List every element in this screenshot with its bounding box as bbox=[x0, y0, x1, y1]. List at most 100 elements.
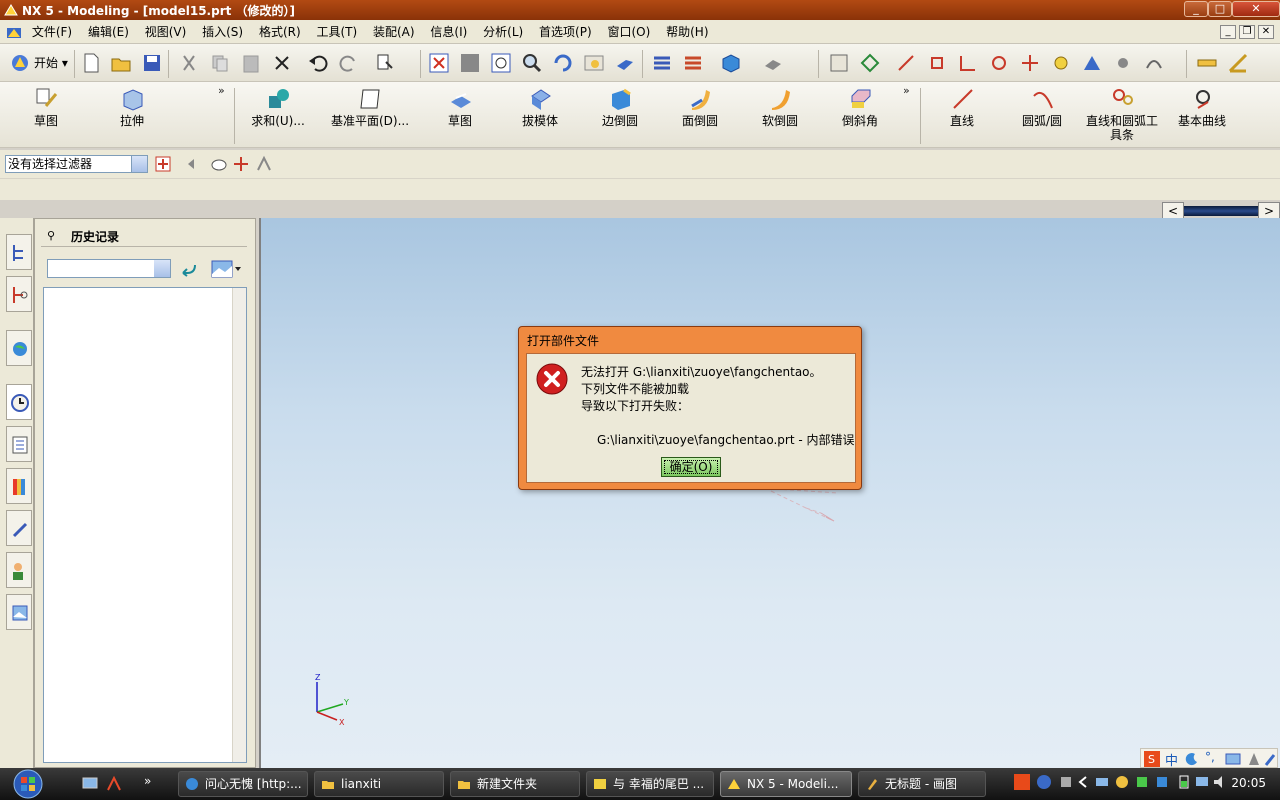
edge-display-icon[interactable] bbox=[762, 52, 784, 74]
snap-midpoint-icon[interactable] bbox=[926, 52, 948, 74]
menu-file[interactable]: 文件(F) bbox=[26, 20, 78, 44]
assembly-navigator-tab[interactable] bbox=[6, 234, 32, 270]
sketch2-button[interactable]: 草图 bbox=[420, 82, 500, 148]
group1-overflow-button[interactable]: » bbox=[218, 84, 225, 97]
snap-cursor-icon[interactable] bbox=[232, 155, 250, 173]
pan-icon[interactable] bbox=[583, 52, 605, 74]
perspective-icon[interactable] bbox=[614, 52, 636, 74]
group2-overflow-button[interactable]: » bbox=[903, 84, 910, 97]
show-desktop-icon[interactable] bbox=[82, 776, 98, 792]
task-browser[interactable]: 问心无愧 [http:... bbox=[178, 771, 308, 797]
line-button[interactable]: 直线 bbox=[922, 82, 1002, 148]
menu-info[interactable]: 信息(I) bbox=[424, 20, 473, 44]
new-file-icon[interactable] bbox=[80, 52, 102, 74]
maximize-button[interactable]: □ bbox=[1208, 1, 1232, 17]
cut-icon[interactable] bbox=[178, 52, 200, 74]
layer-settings-icon[interactable] bbox=[651, 52, 673, 74]
history-list[interactable] bbox=[43, 287, 247, 763]
chamfer-button[interactable]: 倒斜角 bbox=[820, 82, 900, 148]
part-navigator-tab[interactable] bbox=[6, 276, 32, 312]
snap-quadrant-icon[interactable] bbox=[1081, 52, 1103, 74]
select-all-icon[interactable] bbox=[155, 156, 173, 172]
volume-tray-icon[interactable] bbox=[1212, 774, 1228, 790]
zoom-window-icon[interactable] bbox=[459, 52, 481, 74]
minimize-button[interactable]: _ bbox=[1184, 1, 1208, 17]
edge-blend-button[interactable]: 边倒圆 bbox=[580, 82, 660, 148]
system-materials-tab[interactable] bbox=[6, 426, 32, 462]
doc-restore-button[interactable]: ❐ bbox=[1239, 25, 1255, 39]
battery-tray-icon[interactable] bbox=[1176, 774, 1192, 790]
snap-intersect-icon[interactable] bbox=[1019, 52, 1041, 74]
measure-angle-icon[interactable] bbox=[1227, 52, 1249, 74]
snap-endpoint-icon[interactable] bbox=[957, 52, 979, 74]
menu-assembly[interactable]: 装配(A) bbox=[367, 20, 421, 44]
layer-move-icon[interactable] bbox=[682, 52, 704, 74]
chevron-down-icon[interactable] bbox=[154, 260, 170, 277]
fit-view-icon[interactable] bbox=[428, 52, 450, 74]
redo-icon[interactable] bbox=[338, 52, 360, 74]
rotate-icon[interactable] bbox=[552, 52, 574, 74]
moon-icon[interactable] bbox=[1185, 752, 1199, 766]
skin-icon[interactable] bbox=[1247, 751, 1261, 767]
draft-body-button[interactable]: 拔模体 bbox=[500, 82, 580, 148]
open-folder-icon[interactable] bbox=[110, 52, 132, 74]
menu-insert[interactable]: 插入(S) bbox=[196, 20, 249, 44]
quick-pick-icon[interactable] bbox=[210, 156, 228, 172]
web-browser-tab[interactable] bbox=[6, 330, 32, 366]
task-lianxiti[interactable]: lianxiti bbox=[314, 771, 444, 797]
start-button[interactable]: 开始 ▾ bbox=[8, 52, 68, 74]
basic-curves-button[interactable]: 基本曲线 bbox=[1162, 82, 1242, 148]
menu-tools[interactable]: 工具(T) bbox=[310, 20, 363, 44]
history-filter-dropdown[interactable] bbox=[47, 259, 171, 278]
qq-tray-icon[interactable] bbox=[1114, 774, 1130, 790]
task-nx[interactable]: NX 5 - Modeli... bbox=[720, 771, 852, 797]
csys-icon[interactable] bbox=[859, 52, 881, 74]
help-tray-icon[interactable] bbox=[1036, 774, 1052, 790]
copy-icon[interactable] bbox=[209, 52, 231, 74]
ok-button[interactable]: 确定(O) bbox=[661, 457, 721, 477]
menu-preferences[interactable]: 首选项(P) bbox=[533, 20, 598, 44]
menu-view[interactable]: 视图(V) bbox=[139, 20, 193, 44]
snap-point-on-curve-icon[interactable] bbox=[1143, 52, 1165, 74]
snap-existing-point-icon[interactable] bbox=[1112, 52, 1134, 74]
zoom-icon[interactable] bbox=[521, 52, 543, 74]
palette-tab[interactable] bbox=[6, 468, 32, 504]
scroll-thumb[interactable] bbox=[1184, 206, 1258, 216]
sogou-tray-icon[interactable] bbox=[1014, 774, 1030, 790]
line-arc-toolbar-button[interactable]: 直线和圆弧工具条 bbox=[1082, 82, 1162, 148]
wrench-icon[interactable] bbox=[1263, 751, 1277, 767]
menu-help[interactable]: 帮助(H) bbox=[660, 20, 714, 44]
task-chat[interactable]: 与 幸福的尾巴 ... bbox=[586, 771, 714, 797]
close-button[interactable]: ✕ bbox=[1232, 1, 1280, 17]
tray-expand-icon[interactable] bbox=[1078, 776, 1088, 788]
zoom-area-icon[interactable] bbox=[490, 52, 512, 74]
sogou-icon[interactable]: S bbox=[1144, 751, 1160, 767]
paste-icon[interactable] bbox=[240, 52, 262, 74]
pin-icon[interactable]: ⚲ bbox=[47, 229, 55, 242]
monitor-tray-icon[interactable] bbox=[1194, 774, 1210, 790]
snap-control-icon[interactable] bbox=[988, 52, 1010, 74]
task-new-folder[interactable]: 新建文件夹 bbox=[450, 771, 580, 797]
snap-tool-icon[interactable] bbox=[255, 155, 273, 173]
network-tray-icon[interactable] bbox=[1094, 774, 1110, 790]
undo-icon[interactable] bbox=[307, 52, 329, 74]
back-arrow-icon[interactable] bbox=[179, 261, 199, 277]
doc-close-button[interactable]: ✕ bbox=[1258, 25, 1274, 39]
tray-app2-icon[interactable] bbox=[1134, 774, 1150, 790]
quicklaunch-app-icon[interactable] bbox=[106, 776, 122, 792]
system-scenes-tab[interactable] bbox=[6, 594, 32, 630]
snap-point-icon[interactable] bbox=[895, 52, 917, 74]
menu-edit[interactable]: 编辑(E) bbox=[82, 20, 135, 44]
extrude-button[interactable]: 拉伸 bbox=[92, 82, 172, 148]
punctuation-icon[interactable]: °, bbox=[1205, 750, 1215, 764]
menu-format[interactable]: 格式(R) bbox=[253, 20, 307, 44]
snap-arc-center-icon[interactable] bbox=[1050, 52, 1072, 74]
history-scrollbar[interactable] bbox=[232, 288, 246, 762]
sketch-button[interactable]: 草图 bbox=[6, 82, 86, 148]
history-tab[interactable] bbox=[6, 384, 32, 420]
task-paint[interactable]: 无标题 - 画图 bbox=[858, 771, 986, 797]
selection-tool-icon[interactable] bbox=[374, 52, 396, 74]
datum-plane-button[interactable]: 基准平面(D)... bbox=[330, 82, 410, 148]
measure-distance-icon[interactable] bbox=[1196, 52, 1218, 74]
face-blend-button[interactable]: 面倒圆 bbox=[660, 82, 740, 148]
